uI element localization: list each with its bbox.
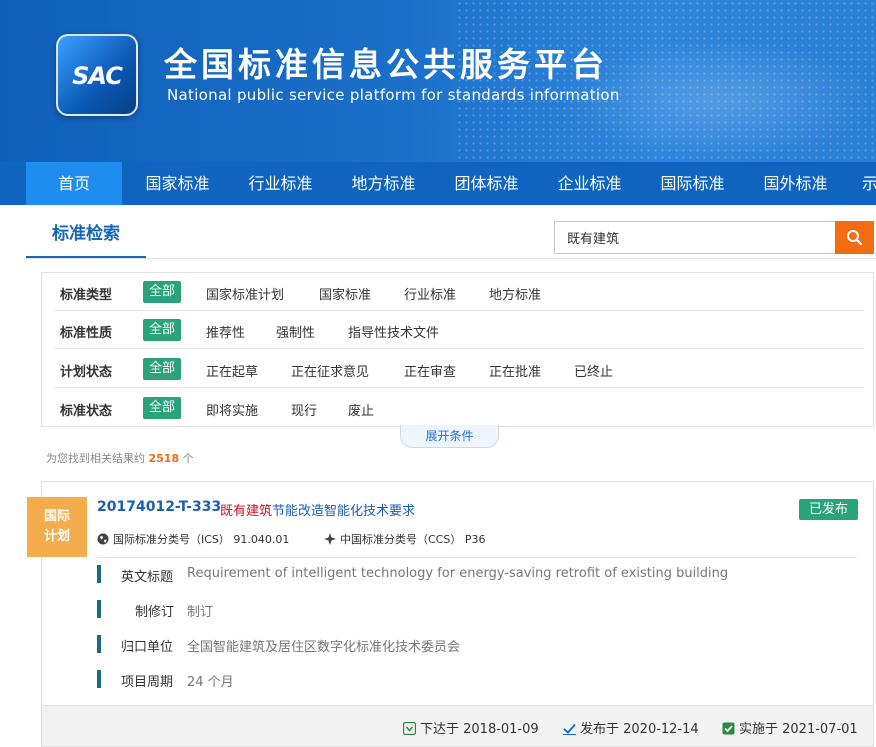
search-button[interactable] (835, 221, 874, 254)
standard-name-highlight[interactable]: 既有建筑 (220, 500, 272, 519)
filter-label: 标准性质 (60, 326, 113, 341)
status-badge: 已发布 (799, 499, 858, 520)
filter-option[interactable]: 行业标准 (404, 284, 456, 303)
filter-option[interactable]: 已终止 (574, 361, 613, 380)
nav-enterprise-standards[interactable]: 企业标准 (538, 162, 641, 205)
ics-code: 国际标准分类号（ICS） 91.040.01 (97, 531, 289, 547)
check-box-icon (722, 722, 735, 735)
nav-local-standards[interactable]: 地方标准 (332, 162, 435, 205)
search-input[interactable] (554, 221, 836, 254)
filter-option-all[interactable]: 全部 (143, 358, 182, 380)
filter-option[interactable]: 正在批准 (489, 361, 541, 380)
filter-option[interactable]: 国家标准 (319, 284, 371, 303)
nav-national-standards[interactable]: 国家标准 (126, 162, 229, 205)
filter-option[interactable]: 即将实施 (206, 400, 258, 419)
nav-more[interactable]: 示 (862, 162, 876, 205)
tab-standard-search[interactable]: 标准检索 (26, 212, 146, 259)
filter-option[interactable]: 正在审查 (404, 361, 456, 380)
standard-type-badge: 国际 计划 (27, 497, 87, 557)
sac-logo[interactable]: SAC (56, 34, 138, 116)
search-icon (847, 230, 863, 246)
standard-code-link[interactable]: 20174012-T-333 (97, 499, 221, 515)
filter-option-all[interactable]: 全部 (143, 319, 182, 341)
filter-option[interactable]: 强制性 (276, 322, 315, 341)
expand-conditions-button[interactable]: 展开条件 (400, 425, 499, 448)
filter-option-all[interactable]: 全部 (143, 397, 182, 419)
filter-row-type: 标准类型 全部 国家标准计划 国家标准 行业标准 地方标准 (54, 273, 864, 311)
filter-option[interactable]: 废止 (348, 400, 374, 419)
download-box-icon (402, 721, 417, 736)
filter-row-nature: 标准性质 全部 推荐性 强制性 指导性技术文件 (54, 311, 864, 349)
filter-option[interactable]: 地方标准 (489, 284, 541, 303)
issued-date: 下达于 2018-01-09 (402, 718, 539, 737)
nav-home[interactable]: 首页 (26, 162, 122, 205)
result-count: 为您找到相关结果约 2518 个 (46, 452, 194, 465)
filter-label: 标准状态 (60, 404, 113, 419)
main-nav: 首页 国家标准 行业标准 地方标准 团体标准 企业标准 国际标准 国外标准 示 (0, 162, 876, 205)
filter-option[interactable]: 正在起草 (206, 361, 258, 380)
crosshair-icon (324, 533, 336, 545)
filter-option[interactable]: 国家标准计划 (206, 284, 284, 303)
filter-option[interactable]: 指导性技术文件 (348, 322, 439, 341)
nav-industry-standards[interactable]: 行业标准 (229, 162, 332, 205)
filter-option[interactable]: 推荐性 (206, 322, 245, 341)
check-icon (563, 723, 576, 735)
filter-label: 计划状态 (60, 365, 113, 380)
filter-option-all[interactable]: 全部 (143, 281, 182, 303)
filter-panel: 标准类型 全部 国家标准计划 国家标准 行业标准 地方标准 标准性质 全部 推荐… (41, 272, 874, 427)
nav-foreign-standards[interactable]: 国外标准 (744, 162, 847, 205)
result-count-number: 2518 (148, 452, 180, 465)
filter-option[interactable]: 现行 (291, 400, 317, 419)
site-subtitle: National public service platform for sta… (167, 86, 620, 104)
header-banner: SAC 全国标准信息公共服务平台 National public service… (0, 0, 876, 162)
filter-row-standard-status: 标准状态 全部 即将实施 现行 废止 (54, 389, 864, 427)
filter-row-plan-status: 计划状态 全部 正在起草 正在征求意见 正在审查 正在批准 已终止 (54, 350, 864, 388)
published-date: 发布于 2020-12-14 (563, 718, 699, 737)
implemented-date: 实施于 2021-07-01 (722, 718, 858, 737)
standard-name-link[interactable]: 节能改造智能化技术要求 (272, 500, 415, 519)
filter-label: 标准类型 (60, 288, 113, 303)
nav-international-standards[interactable]: 国际标准 (641, 162, 744, 205)
filter-option[interactable]: 正在征求意见 (291, 361, 369, 380)
ccs-code: 中国标准分类号（CCS） P36 (324, 531, 485, 547)
nav-group-standards[interactable]: 团体标准 (435, 162, 538, 205)
site-title: 全国标准信息公共服务平台 (164, 45, 608, 84)
globe-icon (97, 533, 109, 545)
